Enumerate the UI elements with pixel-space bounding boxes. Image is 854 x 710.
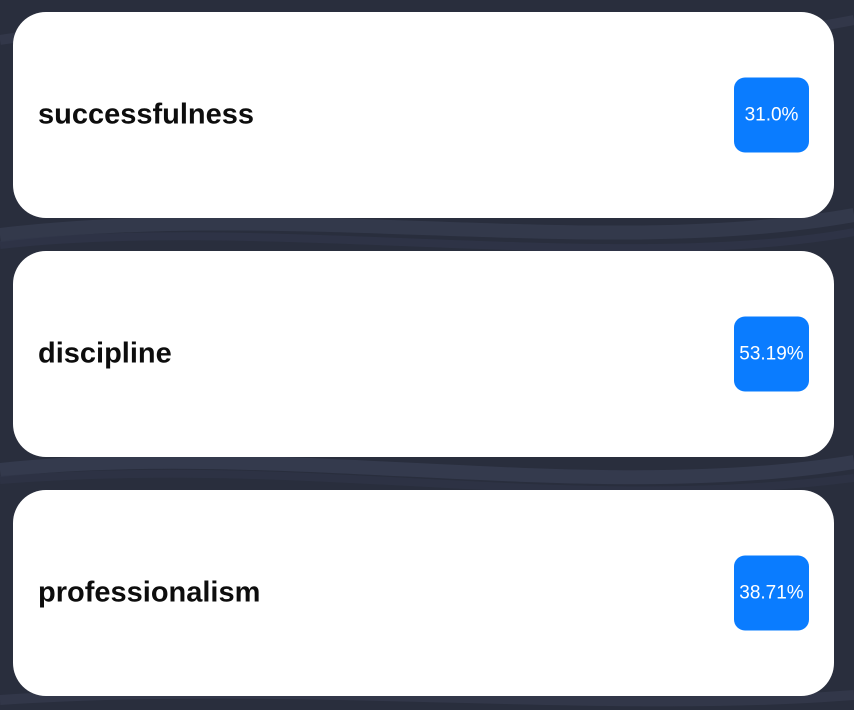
card-list: successfulness 31.0% discipline 53.19% p… <box>13 12 834 696</box>
card-professionalism: professionalism 38.71% <box>13 490 834 696</box>
percent-badge: 31.0% <box>734 77 809 153</box>
card-label: discipline <box>38 337 172 370</box>
card-label: successfulness <box>38 98 255 131</box>
percent-badge: 38.71% <box>734 555 809 631</box>
card-discipline: discipline 53.19% <box>13 251 834 457</box>
percent-badge: 53.19% <box>734 316 809 392</box>
card-label: professionalism <box>38 576 261 609</box>
card-successfulness: successfulness 31.0% <box>13 12 834 218</box>
